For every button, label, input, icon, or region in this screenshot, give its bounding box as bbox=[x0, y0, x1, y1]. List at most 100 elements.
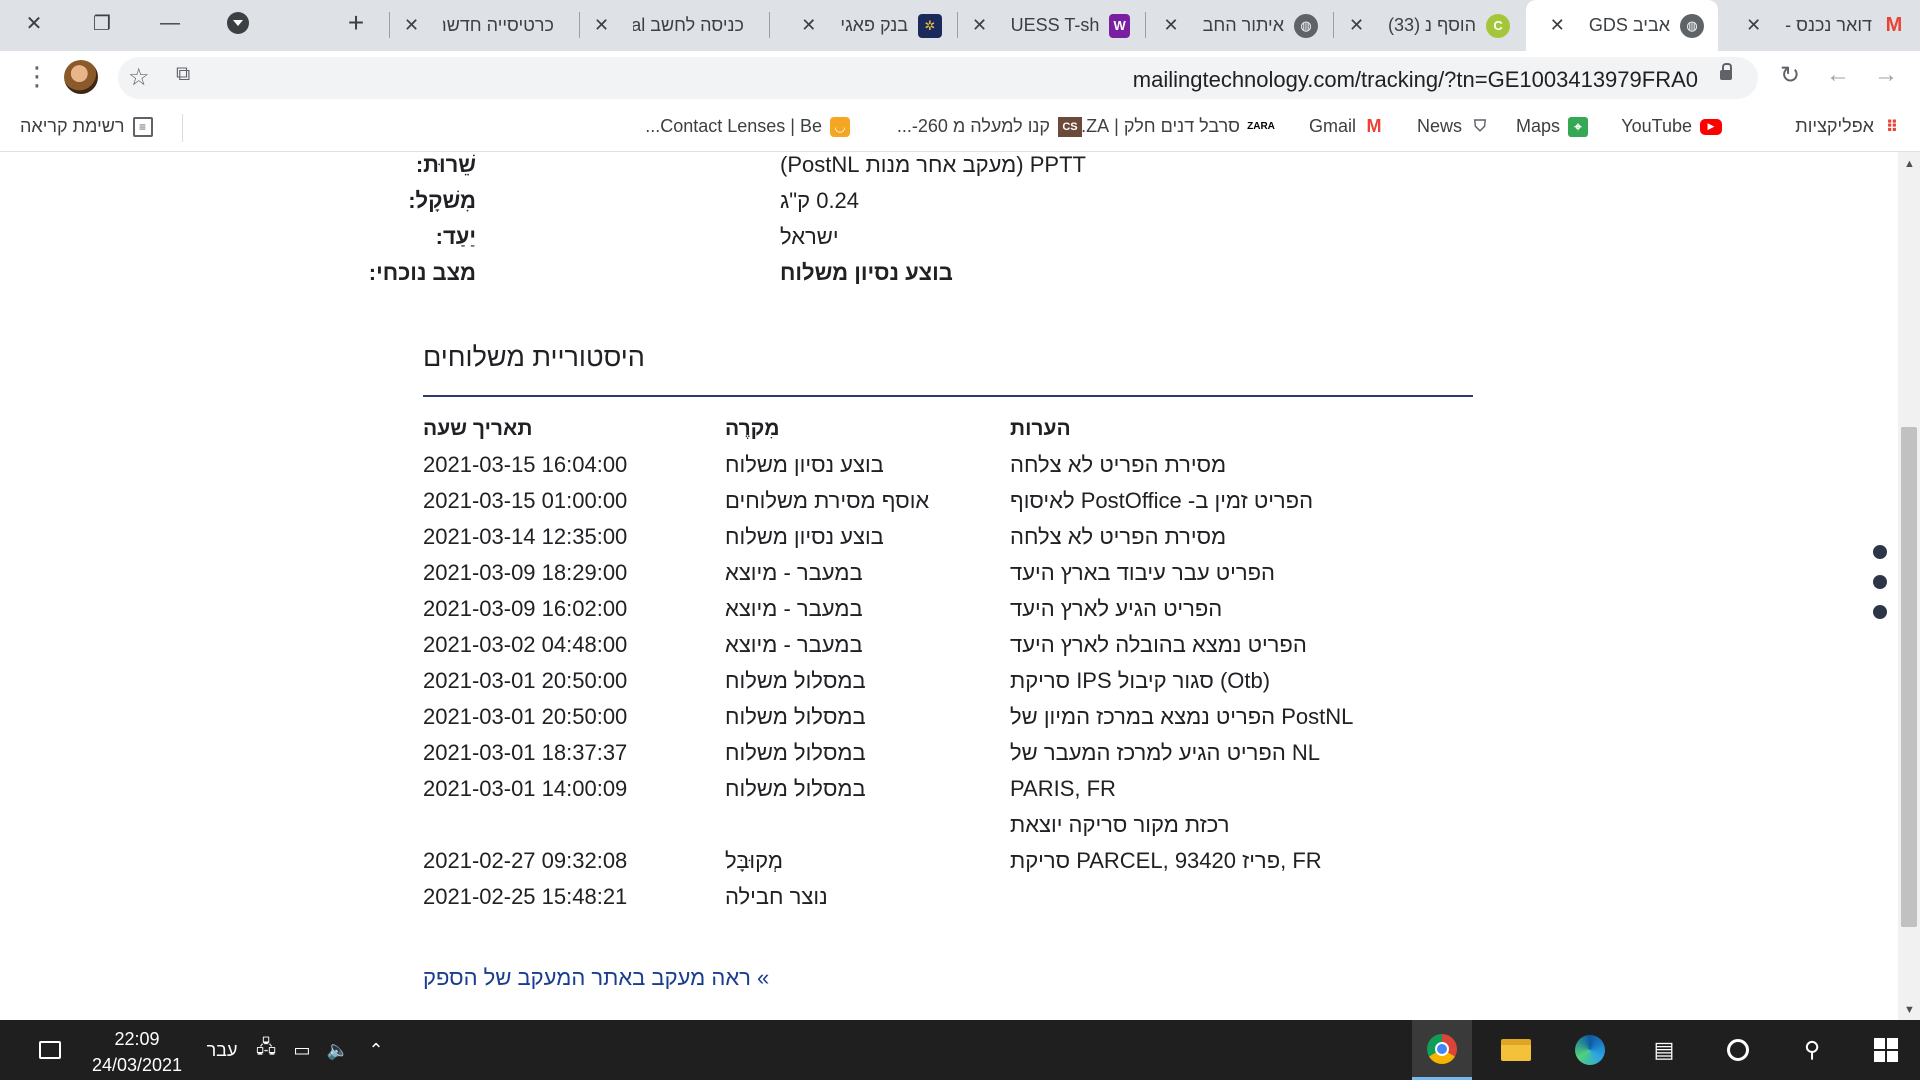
gmail-icon: M bbox=[1885, 14, 1903, 36]
taskbar-clock[interactable]: 22:09 24/03/2021 bbox=[78, 1026, 196, 1078]
gmail-icon: M bbox=[1366, 116, 1382, 136]
chrome-taskbar-button[interactable] bbox=[1412, 1020, 1472, 1080]
reload-icon[interactable]: ↻ bbox=[1780, 61, 1800, 90]
youtube-icon: ▶ bbox=[1700, 118, 1722, 135]
notifications-icon[interactable] bbox=[30, 1020, 70, 1080]
w-purple-icon: W bbox=[1109, 13, 1130, 38]
tab-gds[interactable]: ◍ אביב GDS ✕ bbox=[1526, 0, 1718, 51]
tab-locate[interactable]: ◍ איתור החב ✕ bbox=[1146, 0, 1332, 51]
status-label: מצב נוכחי: bbox=[368, 260, 476, 285]
task-view-icon: ▤ bbox=[1653, 1037, 1675, 1062]
weight-label: מִשׁקָל: bbox=[408, 188, 476, 213]
bookmark-youtube[interactable]: ▶ YouTube bbox=[1621, 116, 1722, 137]
file-explorer-button[interactable] bbox=[1486, 1020, 1546, 1080]
tab-guess[interactable]: W GUESS T-sh ✕ bbox=[958, 0, 1144, 51]
search-button[interactable]: ⚲ bbox=[1782, 1020, 1842, 1080]
restore-window-button[interactable]: ❐ bbox=[68, 0, 136, 46]
close-tab-icon[interactable]: ✕ bbox=[1164, 15, 1179, 36]
chevron-up-icon[interactable]: ⌃ bbox=[360, 1020, 392, 1080]
col-header-notes: הערות bbox=[1010, 417, 1071, 440]
restore-icon: ❐ bbox=[93, 12, 111, 35]
address-bar[interactable]: ☆ ⧉ mailingtechnology.com/tracking/?tn=G… bbox=[118, 57, 1758, 99]
reading-list-button[interactable]: ≡ רשימת קריאה bbox=[20, 116, 153, 137]
status-value: בוצע נסיון משלוח bbox=[780, 260, 953, 285]
bookmark-lenses[interactable]: ◡ Contact Lenses | Be... bbox=[645, 116, 850, 137]
divider bbox=[423, 395, 1473, 397]
close-tab-icon[interactable]: ✕ bbox=[972, 15, 987, 36]
bookmark-gmail[interactable]: M Gmail bbox=[1309, 116, 1384, 137]
close-tab-icon[interactable]: ✕ bbox=[1349, 15, 1364, 36]
volume-icon[interactable]: 🔈 bbox=[322, 1020, 354, 1080]
zara-icon: ZARA bbox=[1247, 121, 1275, 132]
bookmark-apps[interactable]: ⠿ אפליקציות bbox=[1795, 116, 1902, 137]
scroll-down-icon[interactable]: ▼ bbox=[1904, 1004, 1915, 1016]
bookmark-cs[interactable]: CS קנו למעלה מ 260-... bbox=[897, 116, 1082, 137]
cell-event: במסלול משלוח bbox=[725, 668, 866, 693]
tab-title: כרטיסייה חדשה bbox=[443, 15, 554, 35]
forward-arrow-icon[interactable]: ← bbox=[1826, 61, 1850, 89]
edge-button[interactable] bbox=[1560, 1020, 1620, 1080]
cell-notes: מסירת הפריט לא צלחה bbox=[1010, 524, 1227, 549]
translate-icon[interactable]: ⧉ bbox=[176, 63, 190, 86]
lock-icon[interactable] bbox=[1720, 63, 1732, 80]
cell-notes: לאיסוף PostOffice -הפריט זמין ב bbox=[1010, 488, 1314, 513]
windows-taskbar: 22:09 24/03/2021 עבר 🖧 ▭ 🔈 ⌃ ▤ ⚲ bbox=[0, 1020, 1920, 1080]
cell-notes: הפריט הגיע למרכז המעבר של NL bbox=[1010, 740, 1321, 765]
reading-list-icon: ≡ bbox=[132, 116, 153, 137]
battery-icon[interactable]: ▭ bbox=[286, 1020, 318, 1080]
close-window-button[interactable]: ✕ bbox=[0, 0, 68, 46]
task-view-button[interactable]: ▤ bbox=[1634, 1020, 1694, 1080]
cell-event: במעבר - מיוצא bbox=[725, 596, 863, 621]
close-tab-icon[interactable]: ✕ bbox=[801, 15, 816, 36]
chevron-down-icon bbox=[227, 12, 249, 34]
tab-title: דואר נכנס - bbox=[1785, 15, 1872, 35]
new-tab-button[interactable]: + bbox=[322, 0, 390, 46]
tab-gmail[interactable]: M דואר נכנס - ✕ bbox=[1720, 0, 1920, 51]
dot-icon bbox=[1873, 545, 1887, 559]
news-icon: ⛉ bbox=[1474, 117, 1487, 135]
tab-tracking-add[interactable]: C הוסף נ (33) ✕ bbox=[1334, 0, 1524, 51]
scroll-up-icon[interactable]: ▲ bbox=[1904, 158, 1915, 170]
bookmark-label: קנו למעלה מ 260-... bbox=[896, 116, 1050, 136]
search-icon: ⚲ bbox=[1803, 1037, 1821, 1062]
tab-bank[interactable]: ✲ בנק פאגי ✕ bbox=[770, 0, 956, 51]
close-tab-icon[interactable]: ✕ bbox=[404, 15, 419, 36]
cell-event: במסלול משלוח bbox=[725, 704, 866, 729]
scrollbar-thumb[interactable] bbox=[1901, 427, 1917, 927]
url-text[interactable]: mailingtechnology.com/tracking/?tn=GE100… bbox=[1133, 67, 1698, 93]
clock-date: 24/03/2021 bbox=[91, 1055, 183, 1075]
tab-cal[interactable]: כניסה לחשב Cal ✕ bbox=[580, 0, 768, 51]
bookmark-maps[interactable]: ⌖ Maps bbox=[1516, 116, 1588, 137]
star-icon[interactable]: ☆ bbox=[128, 63, 150, 92]
close-tab-icon[interactable]: ✕ bbox=[594, 15, 609, 36]
cell-datetime: 2021-03-01 18:37:37 bbox=[423, 740, 628, 765]
page-content: שֵׁרוּת: PPTT (מעקב אחר מנות PostNL) מִש… bbox=[0, 152, 1898, 1020]
close-tab-icon[interactable]: ✕ bbox=[1550, 15, 1565, 36]
tab-search-button[interactable] bbox=[204, 0, 272, 46]
bookmark-label: YouTube bbox=[1621, 116, 1692, 136]
clock-time: 22:09 bbox=[114, 1029, 160, 1049]
bookmark-zara[interactable]: ZARA סרבל דנים חלק | ZA... bbox=[1071, 116, 1275, 137]
network-icon[interactable]: 🖧 bbox=[250, 1020, 282, 1080]
weight-value: 0.24 ק"ג bbox=[780, 188, 860, 213]
language-indicator[interactable]: עבר bbox=[200, 1020, 244, 1080]
back-arrow-icon[interactable]: → bbox=[1874, 61, 1898, 89]
start-button[interactable] bbox=[1856, 1020, 1916, 1080]
cell-event: אוסף מסירת משלוחים bbox=[725, 488, 930, 513]
apps-grid-icon: ⠿ bbox=[1885, 118, 1899, 136]
cortana-button[interactable] bbox=[1708, 1020, 1768, 1080]
close-tab-icon[interactable]: ✕ bbox=[1746, 15, 1761, 36]
cortana-icon bbox=[1727, 1039, 1749, 1061]
bookmark-news[interactable]: ⛉ News bbox=[1417, 116, 1490, 137]
scrollbar[interactable]: ▲ ▼ bbox=[1898, 152, 1920, 1020]
cell-datetime: 2021-02-27 09:32:08 bbox=[423, 848, 628, 873]
minimize-window-button[interactable]: — bbox=[136, 0, 204, 46]
avatar[interactable] bbox=[64, 60, 98, 94]
tab-strip: ✕ ❐ — + M דואר נכנס - ✕ ◍ אביב GDS ✕ C ה… bbox=[0, 0, 1920, 51]
cell-notes: סריקת IPS סגור קיבול (Otb) bbox=[1010, 668, 1271, 693]
cell-event: מְקוּבָּל bbox=[725, 848, 783, 873]
menu-kebab-icon[interactable]: ⋮ bbox=[24, 61, 50, 92]
carrier-tracking-link[interactable]: » ראה מעקב באתר המעקב של הספק bbox=[423, 965, 769, 991]
tab-new[interactable]: כרטיסייה חדשה ✕ bbox=[390, 0, 578, 51]
page-options-dots[interactable] bbox=[1873, 545, 1887, 635]
